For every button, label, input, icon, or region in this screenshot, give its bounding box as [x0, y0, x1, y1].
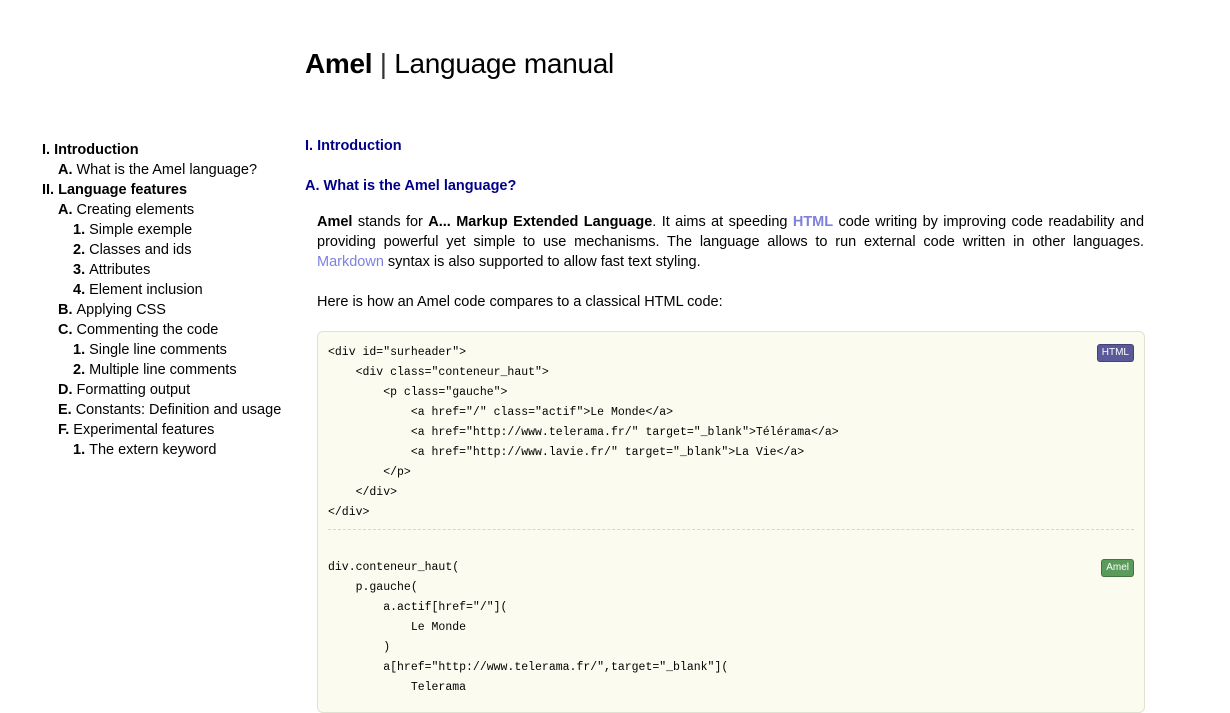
toc-item[interactable]: B. Applying CSS [42, 300, 292, 320]
toc-item-label: What is the Amel language? [76, 162, 258, 178]
toc-item[interactable]: A. What is the Amel language? [42, 160, 292, 180]
toc-item-number: II. [42, 182, 55, 198]
toc-item-number: E. [58, 402, 72, 418]
html-badge: HTML [1096, 344, 1134, 362]
toc-item-number: C. [58, 322, 73, 338]
toc-item[interactable]: E. Constants: Definition and usage [42, 400, 292, 420]
page-title: Amel | Language manual [305, 48, 614, 80]
html-link[interactable]: HTML [793, 214, 833, 230]
title-separator: | [379, 48, 387, 79]
toc-item[interactable]: 1. The extern keyword [42, 440, 292, 460]
toc-item-number: 2. [73, 362, 86, 378]
table-of-contents: I. Introduction A. What is the Amel languag… [42, 140, 292, 460]
toc-item[interactable]: 1. Simple exemple [42, 220, 292, 240]
toc-item-label: Applying CSS [76, 302, 166, 318]
toc-item-number: F. [58, 422, 70, 438]
markdown-link[interactable]: Markdown [317, 254, 384, 270]
toc-item[interactable]: F. Experimental features [42, 420, 292, 440]
brand-name: Amel [305, 48, 373, 79]
intro-paragraph: Amel stands for A... Markup Extended Lan… [317, 212, 1144, 272]
intro-text: stands for [352, 214, 429, 230]
toc-item-number: A. [58, 202, 73, 218]
toc-item[interactable]: I. Introduction [42, 140, 292, 160]
html-code-block: <div id="surheader"> <div class="contene… [328, 346, 839, 519]
toc-item-label: Simple exemple [89, 222, 193, 238]
toc-item-label: Introduction [54, 142, 139, 158]
subsection-heading-what-is-amel: A. What is the Amel language? [305, 178, 517, 194]
toc-item-number: 1. [73, 342, 86, 358]
code-comparison-panel: HTML <div id="surheader"> <div class="co… [317, 331, 1145, 713]
amel-term: Amel [317, 214, 353, 230]
toc-item[interactable]: 2. Classes and ids [42, 240, 292, 260]
toc-item[interactable]: 1. Single line comments [42, 340, 292, 360]
toc-item[interactable]: D. Formatting output [42, 380, 292, 400]
toc-item-label: Multiple line comments [89, 362, 237, 378]
toc-item[interactable]: 2. Multiple line comments [42, 360, 292, 380]
acronym-term: A... Markup Extended Language [428, 214, 653, 230]
toc-item-number: D. [58, 382, 73, 398]
toc-item-number: 1. [73, 222, 86, 238]
code-divider [328, 529, 1134, 530]
toc-item-number: 2. [73, 242, 86, 258]
section-heading-introduction: I. Introduction [305, 138, 402, 154]
intro-text: syntax is also supported to allow fast t… [383, 254, 701, 270]
toc-item-number: A. [58, 162, 73, 178]
toc-item-label: Classes and ids [89, 242, 192, 258]
toc-item-number: 4. [73, 282, 86, 298]
toc-item-number: I. [42, 142, 51, 158]
toc-item-label: The extern keyword [89, 442, 217, 458]
toc-item[interactable]: C. Commenting the code [42, 320, 292, 340]
toc-item[interactable]: II. Language features [42, 180, 292, 200]
toc-item-number: 1. [73, 442, 86, 458]
toc-item-label: Constants: Definition and usage [75, 402, 282, 418]
toc-item-label: Attributes [89, 262, 151, 278]
toc-item-label: Formatting output [76, 382, 191, 398]
toc-item[interactable]: 3. Attributes [42, 260, 292, 280]
toc-item[interactable]: 4. Element inclusion [42, 280, 292, 300]
toc-item-label: Commenting the code [76, 322, 219, 338]
toc-item-label: Language features [58, 182, 188, 198]
toc-item-label: Creating elements [76, 202, 195, 218]
toc-item-label: Element inclusion [89, 282, 203, 298]
toc-item[interactable]: A. Creating elements [42, 200, 292, 220]
toc-item-number: B. [58, 302, 73, 318]
toc-item-number: 3. [73, 262, 86, 278]
toc-item-label: Single line comments [89, 342, 227, 358]
title-subtitle: Language manual [394, 48, 614, 79]
amel-badge: Amel [1101, 559, 1134, 577]
intro-text: . It aims at speeding [652, 214, 793, 230]
toc-item-label: Experimental features [73, 422, 215, 438]
compare-paragraph: Here is how an Amel code compares to a c… [317, 294, 723, 310]
amel-code-block: div.conteneur_haut( p.gauche( a.actif[hr… [328, 561, 729, 694]
